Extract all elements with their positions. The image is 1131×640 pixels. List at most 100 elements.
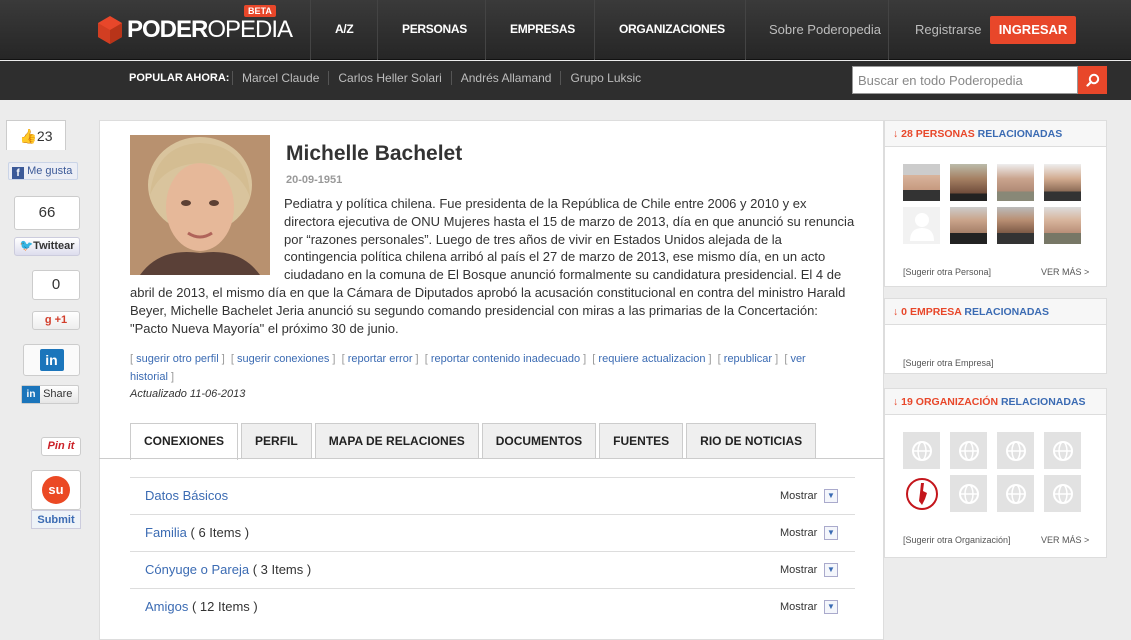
nav-az[interactable]: A/Z	[335, 22, 354, 36]
search-input[interactable]: Buscar en todo Poderopedia	[852, 66, 1078, 94]
globe-icon[interactable]	[997, 432, 1034, 469]
popular-list: Marcel Claude Carlos Heller Solari André…	[232, 71, 650, 85]
mostrar-label[interactable]: Mostrar	[780, 601, 817, 613]
gplus-icon: g	[44, 314, 52, 326]
registrarse-link[interactable]: Registrarse	[915, 22, 981, 37]
stumbleupon-submit-button[interactable]: Submit	[31, 510, 81, 529]
related-organizaciones-panel: ↓ 19 ORGANIZACIÓN RELACIONADAS [Sugerir …	[884, 388, 1107, 558]
tab-documentos[interactable]: DOCUMENTOS	[481, 423, 597, 459]
popular-item[interactable]: Grupo Luksic	[560, 71, 650, 85]
person-thumbnail[interactable]	[997, 164, 1034, 201]
tab-rio-noticias[interactable]: RIO DE NOTICIAS	[686, 423, 817, 459]
nav-empresas[interactable]: EMPRESAS	[510, 22, 575, 36]
facebook-like-button[interactable]: f Me gusta	[8, 162, 78, 180]
connections-list: Datos Básicos Mostrar ▼ Familia ( 6 Item…	[130, 477, 855, 625]
requiere-actualizacion-link[interactable]: requiere actualizacion	[598, 353, 705, 365]
stumbleupon-box[interactable]: su	[31, 470, 81, 510]
chevron-down-icon[interactable]: ▼	[824, 600, 838, 614]
facebook-like-count: 23	[36, 128, 53, 144]
row-label[interactable]: Cónyuge o Pareja	[145, 562, 249, 577]
ver-mas-org-link[interactable]: VER MÁS >	[1041, 535, 1089, 545]
ver-mas-personas-link[interactable]: VER MÁS >	[1041, 267, 1089, 277]
globe-icon[interactable]	[1044, 475, 1081, 512]
sugerir-perfil-link[interactable]: sugerir otro perfil	[136, 353, 219, 365]
popular-item[interactable]: Carlos Heller Solari	[328, 71, 450, 85]
search-button[interactable]	[1078, 66, 1107, 94]
facebook-icon: f	[12, 167, 24, 179]
gplus-count-box: 0	[32, 270, 80, 300]
sugerir-empresa-link[interactable]: [Sugerir otra Empresa]	[903, 358, 1093, 368]
reportar-error-link[interactable]: reportar error	[348, 353, 413, 365]
globe-icon[interactable]	[950, 475, 987, 512]
globe-icon[interactable]	[997, 475, 1034, 512]
related-empresas-panel: ↓ 0 EMPRESA RELACIONADAS [Sugerir otra E…	[884, 298, 1107, 374]
sugerir-persona-link[interactable]: [Sugerir otra Persona]	[903, 267, 991, 277]
party-ps-logo-icon[interactable]	[903, 475, 940, 512]
tab-conexiones[interactable]: CONEXIONES	[130, 423, 239, 460]
nav-organizaciones[interactable]: ORGANIZACIONES	[619, 22, 725, 36]
tweet-count: 66	[38, 204, 56, 221]
globe-icon[interactable]	[950, 432, 987, 469]
facebook-like-label: Me gusta	[27, 165, 73, 177]
chevron-down-icon[interactable]: ▼	[824, 563, 838, 577]
mostrar-label[interactable]: Mostrar	[780, 564, 817, 576]
chevron-down-icon[interactable]: ▼	[824, 489, 838, 503]
list-item[interactable]: Datos Básicos Mostrar ▼	[130, 477, 855, 514]
person-thumbnail[interactable]	[950, 164, 987, 201]
sobre-poderopedia-link[interactable]: Sobre Poderopedia	[769, 22, 881, 37]
poderopedia-logo[interactable]: PODEROPEDIA	[98, 16, 293, 44]
republicar-link[interactable]: republicar	[724, 353, 772, 365]
popular-item[interactable]: Marcel Claude	[232, 71, 328, 85]
tab-fuentes[interactable]: FUENTES	[599, 423, 684, 459]
related-org-header: ↓ 19 ORGANIZACIÓN RELACIONADAS	[885, 389, 1106, 415]
list-item[interactable]: Familia ( 6 Items ) Mostrar ▼	[130, 514, 855, 551]
pinterest-button[interactable]: Pin it	[41, 437, 81, 456]
twitter-bird-icon: 🐦	[19, 240, 34, 252]
row-label[interactable]: Amigos	[145, 599, 188, 614]
person-thumbnail[interactable]	[997, 207, 1034, 244]
related-empresas-header: ↓ 0 EMPRESA RELACIONADAS	[885, 299, 1106, 325]
popular-item[interactable]: Andrés Allamand	[450, 71, 561, 85]
reportar-contenido-link[interactable]: reportar contenido inadecuado	[431, 353, 580, 365]
globe-icon[interactable]	[903, 432, 940, 469]
logo-text-bold: PODER	[127, 16, 208, 43]
profile-tabs: CONEXIONES PERFIL MAPA DE RELACIONES DOC…	[130, 423, 819, 460]
tab-mapa-relaciones[interactable]: MAPA DE RELACIONES	[314, 423, 479, 459]
mostrar-label[interactable]: Mostrar	[780, 490, 817, 502]
nav-divider	[485, 0, 486, 60]
person-thumbnail[interactable]	[903, 164, 940, 201]
linkedin-share-button[interactable]: in Share	[21, 385, 79, 404]
tabs-divider	[99, 458, 884, 459]
gplus-button[interactable]: g +1	[32, 311, 80, 330]
list-item[interactable]: Cónyuge o Pareja ( 3 Items ) Mostrar ▼	[130, 551, 855, 588]
linkedin-count-box: in	[23, 344, 80, 376]
popular-label: POPULAR AHORA:	[129, 72, 230, 84]
thumbs-up-icon: 👍	[19, 128, 37, 144]
profile-name: Michelle Bachelet	[286, 142, 463, 165]
beta-badge: BETA	[244, 5, 276, 17]
person-placeholder-icon[interactable]	[903, 207, 940, 244]
nav-divider	[745, 0, 746, 60]
related-personas-grid	[903, 164, 1081, 244]
list-item[interactable]: Amigos ( 12 Items ) Mostrar ▼	[130, 588, 855, 625]
related-personas-panel: ↓ 28 PERSONAS RELACIONADAS [Sugerir otra…	[884, 120, 1107, 287]
chevron-down-icon[interactable]: ▼	[824, 526, 838, 540]
person-thumbnail[interactable]	[1044, 207, 1081, 244]
ingresar-button[interactable]: INGRESAR	[990, 16, 1076, 44]
linkedin-share-label: Share	[43, 388, 73, 400]
mostrar-label[interactable]: Mostrar	[780, 527, 817, 539]
sugerir-conexiones-link[interactable]: sugerir conexiones	[237, 353, 329, 365]
person-thumbnail[interactable]	[950, 207, 987, 244]
row-label[interactable]: Datos Básicos	[145, 488, 228, 503]
top-navbar: PODEROPEDIA BETA A/Z PERSONAS EMPRESAS O…	[0, 0, 1131, 60]
tweet-button[interactable]: 🐦Twittear	[14, 237, 80, 256]
row-count: ( 3 Items )	[249, 562, 312, 577]
facebook-count: 👍23	[6, 120, 66, 150]
globe-icon[interactable]	[1044, 432, 1081, 469]
person-thumbnail[interactable]	[1044, 164, 1081, 201]
related-sidebar: ↓ 28 PERSONAS RELACIONADAS [Sugerir otra…	[884, 120, 1107, 640]
row-label[interactable]: Familia	[145, 525, 187, 540]
nav-personas[interactable]: PERSONAS	[402, 22, 467, 36]
tab-perfil[interactable]: PERFIL	[241, 423, 312, 459]
sugerir-organizacion-link[interactable]: [Sugerir otra Organización]	[903, 535, 1011, 545]
